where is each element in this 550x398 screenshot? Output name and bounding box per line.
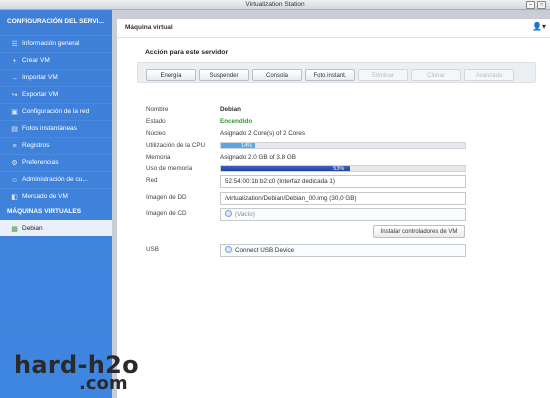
plus-icon: +	[12, 58, 17, 65]
memory-label: Memoria	[146, 154, 171, 161]
sidebar-item-snapshots[interactable]: ▤ Fotos instantáneas	[0, 120, 112, 136]
vm-icon: ▦	[11, 226, 18, 233]
cpu-usage-bar: 14%	[220, 142, 466, 149]
snapshot-button[interactable]: Foto instant.	[305, 69, 355, 81]
user-menu-icon[interactable]: 👤▾	[532, 22, 546, 32]
hdd-image-field: /virtualization/Debian/Debian_00.img (30…	[220, 192, 466, 205]
sidebar: CONFIGURACIÓN DEL SERVI... ☰ Información…	[0, 10, 112, 398]
sidebar-item-label: Registros	[22, 142, 50, 149]
sidebar-item-general-info[interactable]: ☰ Información general	[0, 35, 112, 51]
market-icon: ◧	[11, 194, 18, 201]
maximize-button[interactable]: □	[537, 1, 546, 9]
sidebar-item-label: Fotos instantáneas	[22, 125, 77, 132]
sidebar-item-label: Configuración de la red	[22, 108, 90, 115]
delete-button[interactable]: Eliminar	[358, 69, 408, 81]
users-icon: ☺	[11, 177, 19, 184]
snapshot-icon: ▤	[11, 126, 18, 133]
sidebar-item-label: Mercado de VM	[22, 193, 68, 200]
sidebar-item-label: Administración de cu...	[22, 176, 88, 183]
list-icon: ☰	[11, 41, 18, 48]
cpu-usage-fill: 14%	[221, 143, 256, 149]
page-title: Máquina virtual	[125, 24, 173, 31]
memory-usage-bar: 53%	[220, 165, 466, 172]
cd-image-value: (Vacío)	[235, 211, 255, 218]
network-icon: ▣	[11, 109, 18, 116]
cd-radio-icon	[225, 209, 232, 217]
console-button[interactable]: Consola	[252, 69, 302, 81]
export-icon: ↪	[11, 92, 18, 99]
sidebar-item-logs[interactable]: ≡ Registros	[0, 137, 112, 153]
sidebar-item-label: Importar VM	[22, 74, 58, 81]
core-label: Núcleo	[146, 130, 166, 137]
preferences-icon: ⚙	[11, 160, 18, 167]
cpu-label: Utilización de la CPU	[146, 142, 206, 149]
install-vm-drivers-button[interactable]: Instalar controladores de VM	[373, 225, 465, 238]
main-panel: Máquina virtual 👤▾ Acción para este serv…	[117, 19, 550, 398]
action-toolbar: Energía Suspender Consola Foto instant. …	[137, 62, 536, 83]
sidebar-item-label: Exportar VM	[22, 91, 59, 98]
sidebar-item-preferences[interactable]: ⚙ Preferencias	[0, 154, 112, 170]
state-value: Encendido	[220, 118, 253, 125]
sidebar-item-account-admin[interactable]: ☺ Administración de cu...	[0, 171, 112, 187]
sidebar-section-server-config: CONFIGURACIÓN DEL SERVI...	[7, 18, 104, 25]
suspend-button[interactable]: Suspender	[199, 69, 249, 81]
cd-image-field[interactable]: (Vacío)	[220, 208, 466, 221]
memory-usage-text: 53%	[333, 166, 345, 172]
minimize-button[interactable]: –	[526, 1, 535, 9]
network-field: 52:54:00:1b:b2:c0 (Interfaz dedicada 1)	[220, 175, 466, 188]
actions-section-title: Acción para este servidor	[145, 49, 229, 56]
sidebar-item-create-vm[interactable]: + Crear VM	[0, 52, 112, 68]
memory-value: Asignado 2.0 GB of 3.8 GB	[220, 154, 296, 161]
cd-image-label: Imagen de CD	[146, 210, 187, 217]
usb-value: Connect USB Device	[235, 247, 295, 254]
sidebar-item-label: Crear VM	[22, 57, 50, 64]
sidebar-item-vm-market[interactable]: ◧ Mercado de VM	[0, 188, 112, 204]
sidebar-item-import-vm[interactable]: → Importar VM	[0, 69, 112, 85]
sidebar-item-label: Debian	[22, 225, 43, 232]
network-label: Red	[146, 177, 158, 184]
window-controls: – □	[526, 1, 546, 9]
advanced-button[interactable]: Avanzado	[464, 69, 514, 81]
window-title: Virtualization Station	[245, 1, 305, 8]
memory-usage-fill: 53%	[221, 166, 351, 172]
memory-usage-label: Uso de memoria	[146, 165, 193, 172]
power-button[interactable]: Energía	[146, 69, 196, 81]
core-value: Asignado 2 Core(s) of 2 Cores	[220, 130, 306, 137]
sidebar-item-label: Preferencias	[22, 159, 59, 166]
window-titlebar: Virtualization Station – □	[0, 0, 550, 10]
clone-button[interactable]: Clonar	[411, 69, 461, 81]
sidebar-item-network-config[interactable]: ▣ Configuración de la red	[0, 103, 112, 119]
usb-radio-icon	[225, 245, 232, 253]
import-icon: →	[11, 75, 18, 82]
name-label: Nombre	[146, 106, 169, 113]
usb-label: USB	[146, 246, 159, 253]
name-value: Debian	[220, 106, 241, 113]
sidebar-item-label: Información general	[22, 40, 80, 47]
hdd-image-label: Imagen de DD	[146, 194, 187, 201]
sidebar-item-export-vm[interactable]: ↪ Exportar VM	[0, 86, 112, 102]
log-icon: ≡	[12, 143, 17, 150]
usb-field[interactable]: Connect USB Device	[220, 244, 466, 257]
watermark-domain: .com	[79, 373, 128, 394]
sidebar-section-virtual-machines: MÁQUINAS VIRTUALES	[7, 208, 82, 215]
sidebar-item-vm-debian[interactable]: ▦ Debian	[0, 220, 112, 236]
state-label: Estado	[146, 118, 166, 125]
cpu-usage-text: 14%	[241, 143, 253, 149]
divider	[117, 37, 550, 38]
